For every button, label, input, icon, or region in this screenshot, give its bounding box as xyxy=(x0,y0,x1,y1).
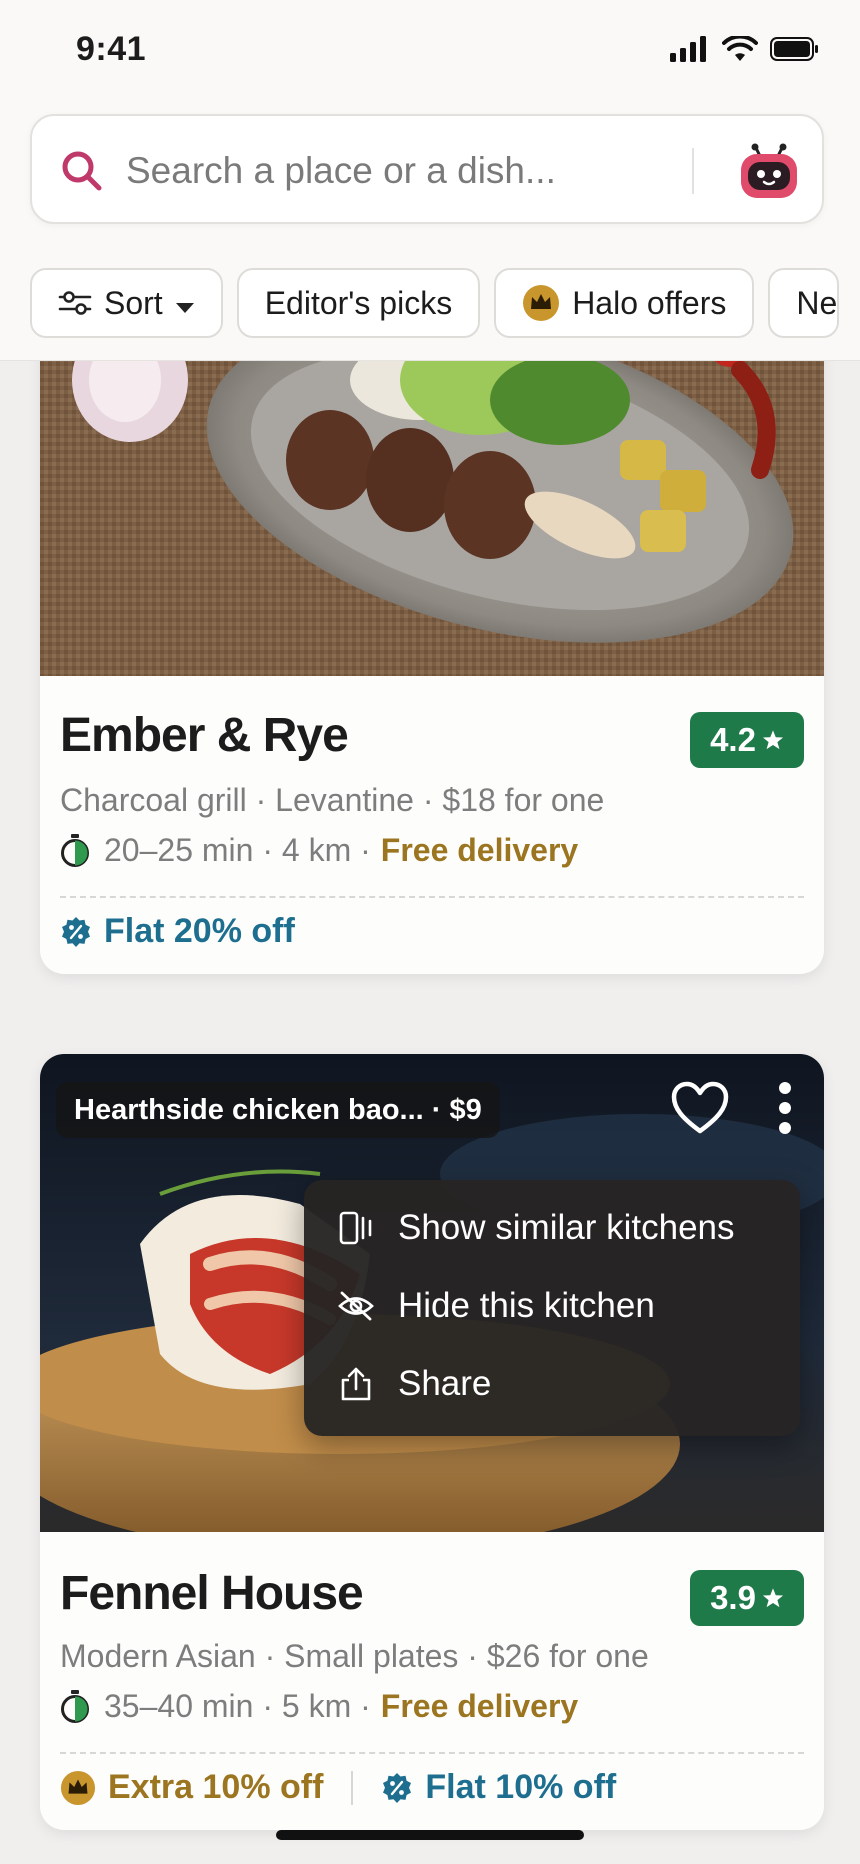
status-icons xyxy=(670,36,820,62)
offer-label: Flat 20% off xyxy=(104,912,295,950)
rating-badge: 3.9 xyxy=(690,1570,804,1626)
divider xyxy=(60,1752,804,1754)
caret-down-icon xyxy=(175,285,195,322)
filter-chips: Sort Editor's picks Halo offers Ne xyxy=(30,268,840,340)
share-icon xyxy=(334,1366,378,1402)
status-bar: 9:41 xyxy=(0,0,860,100)
rating-value: 3.9 xyxy=(710,1579,756,1616)
search-icon xyxy=(62,151,102,191)
dish-highlight-pill: Hearthside chicken bao... · $9 xyxy=(56,1082,500,1138)
similar-icon xyxy=(334,1210,378,1246)
context-menu: Show similar kitchens Hide this kitchen … xyxy=(304,1180,800,1436)
battery-icon xyxy=(770,37,818,61)
home-indicator[interactable] xyxy=(276,1830,584,1840)
discount-badge-icon xyxy=(62,916,90,947)
restaurant-name: Fennel House xyxy=(60,1567,364,1620)
offer-item: Flat 20% off xyxy=(60,912,295,951)
star-icon xyxy=(762,1579,784,1617)
dish-highlight-text: Hearthside chicken bao... · $9 xyxy=(74,1093,482,1126)
search-bar[interactable] xyxy=(30,114,824,224)
restaurant-info: Ember & Rye 4.2 Charcoal grill · Levanti… xyxy=(40,676,824,974)
chip-label: Sort xyxy=(104,284,163,321)
cellular-signal-icon xyxy=(670,36,706,62)
menu-item-label: Share xyxy=(398,1364,492,1403)
free-delivery-label: Free delivery xyxy=(380,832,579,868)
timer-icon xyxy=(60,1689,90,1724)
restaurant-card[interactable]: Hearthside chicken bao... · $9 Fennel Ho… xyxy=(40,1054,824,1830)
restaurant-meta: Charcoal grill · Levantine · $18 for one xyxy=(60,782,605,818)
crown-badge-icon xyxy=(60,1770,96,1805)
offer-separator xyxy=(351,1770,354,1805)
restaurant-meta: Modern Asian · Small plates · $26 for on… xyxy=(60,1638,649,1674)
chip-label: Halo offers xyxy=(572,284,727,321)
restaurant-name: Ember & Rye xyxy=(60,709,349,762)
offer-item: Flat 10% off xyxy=(381,1768,616,1807)
timer-icon xyxy=(60,833,90,868)
search-divider xyxy=(692,148,694,194)
eta-text: 35–40 min · 5 km · xyxy=(104,1688,371,1724)
rating-value: 4.2 xyxy=(710,721,756,758)
chip-label: Ne xyxy=(796,284,838,321)
menu-item-show-similar[interactable]: Show similar kitchens xyxy=(334,1198,735,1258)
star-icon xyxy=(762,721,784,759)
chip-sort[interactable]: Sort xyxy=(30,268,223,338)
wifi-icon xyxy=(722,36,758,61)
offer-label: Flat 10% off xyxy=(425,1768,617,1806)
status-time: 9:41 xyxy=(76,30,147,68)
search-input[interactable] xyxy=(124,142,688,200)
chip-more[interactable]: Ne xyxy=(768,268,840,338)
restaurant-info: Fennel House 3.9 Modern Asian · Small pl… xyxy=(40,1532,824,1830)
favorite-button[interactable] xyxy=(670,1080,730,1141)
more-options-button[interactable] xyxy=(770,1080,800,1141)
offer-item: Extra 10% off xyxy=(60,1768,323,1807)
discount-badge-icon xyxy=(383,1772,412,1803)
offers-row: Flat 20% off xyxy=(60,912,295,951)
heart-icon xyxy=(671,1081,729,1134)
menu-item-label: Show similar kitchens xyxy=(398,1208,735,1247)
divider xyxy=(60,896,804,898)
ai-assistant-bot-icon[interactable] xyxy=(738,142,800,200)
offer-label: Extra 10% off xyxy=(108,1768,324,1806)
menu-item-share[interactable]: Share xyxy=(334,1354,491,1414)
more-vertical-icon xyxy=(779,1082,791,1134)
chip-editors-picks[interactable]: Editor's picks xyxy=(236,268,481,338)
eta-text: 20–25 min · 4 km · xyxy=(104,832,371,868)
sliders-icon xyxy=(58,290,92,316)
header: 9:41 Search a place or a dish... Sort Ed… xyxy=(0,0,860,361)
chip-halo-offers[interactable]: Halo offers xyxy=(494,268,755,338)
offers-row: Extra 10% off Flat 10% off xyxy=(60,1768,616,1807)
rating-badge: 4.2 xyxy=(690,712,804,768)
menu-item-label: Hide this kitchen xyxy=(398,1286,655,1325)
delivery-info: 35–40 min · 5 km · Free delivery xyxy=(60,1688,578,1725)
delivery-info: 20–25 min · 4 km · Free delivery xyxy=(60,832,578,869)
free-delivery-label: Free delivery xyxy=(380,1688,579,1724)
menu-item-hide-kitchen[interactable]: Hide this kitchen xyxy=(334,1276,655,1336)
chip-label: Editor's picks xyxy=(264,284,453,321)
eye-off-icon xyxy=(334,1290,378,1322)
crown-badge-icon xyxy=(522,284,560,322)
